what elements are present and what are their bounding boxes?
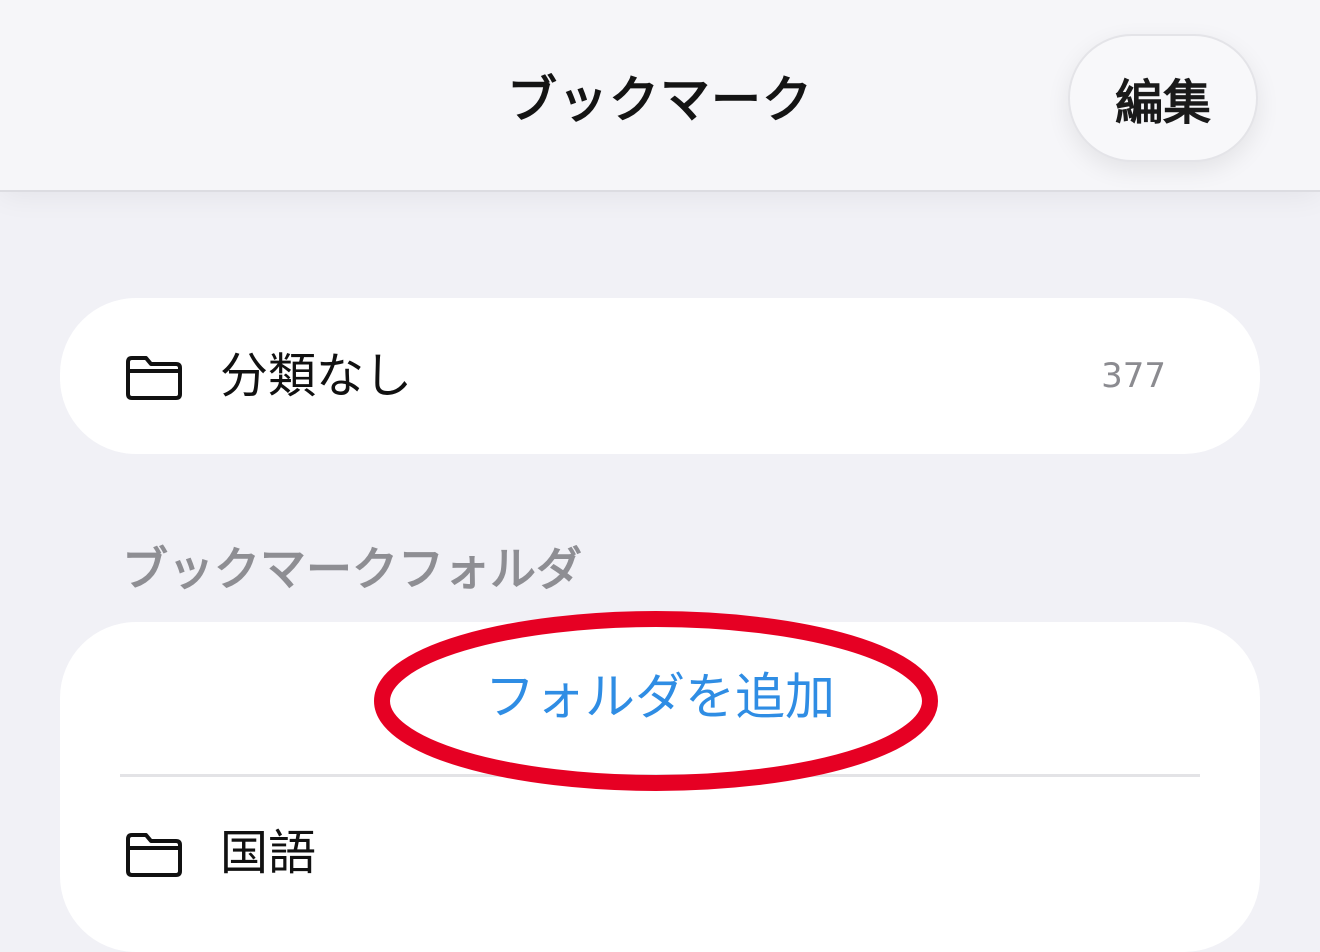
folder-row-kokugo[interactable]: 国語: [60, 777, 1260, 933]
add-folder-button[interactable]: フォルダを追加: [60, 622, 1260, 774]
folder-icon: [126, 833, 182, 877]
bookmark-folders-card: フォルダを追加 国語: [60, 622, 1260, 952]
add-folder-label: フォルダを追加: [485, 668, 835, 726]
folder-label: 国語: [220, 825, 317, 881]
uncategorized-label: 分類なし: [220, 348, 413, 404]
uncategorized-card: 分類なし 377: [60, 298, 1260, 454]
navigation-bar: ブックマーク 編集: [0, 0, 1320, 192]
uncategorized-row[interactable]: 分類なし 377: [60, 298, 1260, 454]
uncategorized-count: 377: [1101, 356, 1166, 396]
folder-icon: [126, 356, 182, 400]
edit-button[interactable]: 編集: [1068, 34, 1258, 162]
section-title-bookmark-folders: ブックマークフォルダ: [122, 542, 582, 596]
